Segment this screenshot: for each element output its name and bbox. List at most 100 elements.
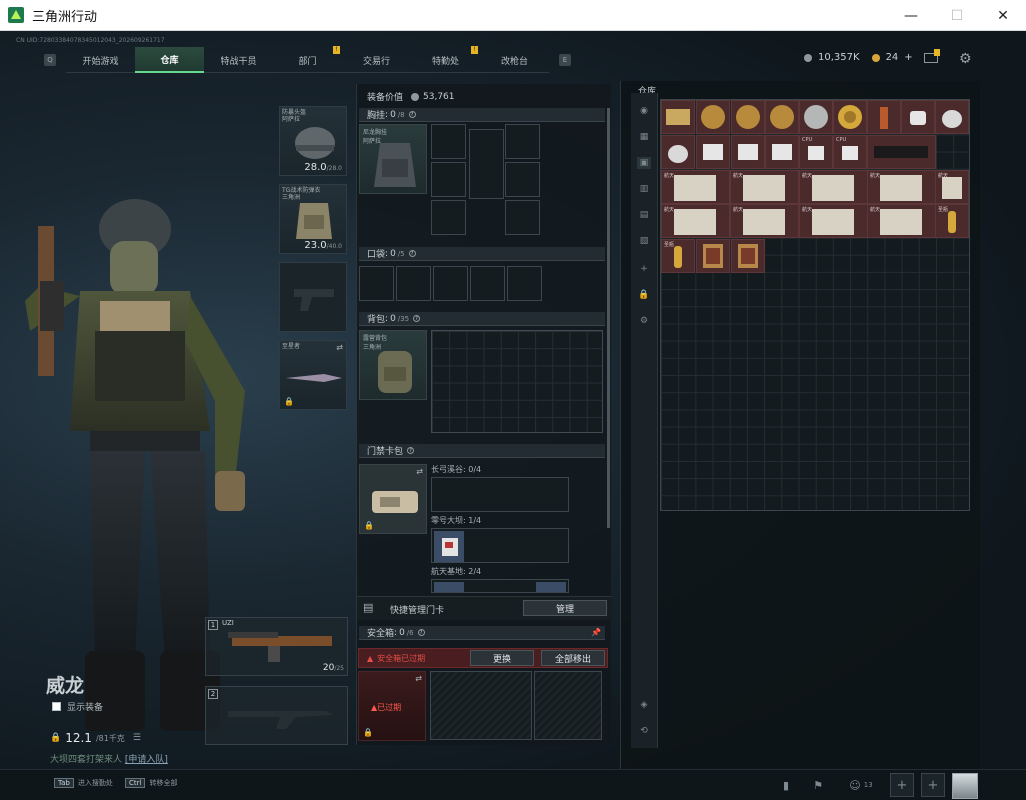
primary-weapon-slot[interactable]: 1 UZI 20/25 bbox=[205, 617, 348, 676]
warehouse-item[interactable]: 航天 bbox=[799, 204, 868, 238]
safebox-grid[interactable] bbox=[430, 671, 532, 740]
tab-market[interactable]: 交易行 bbox=[342, 47, 411, 73]
warehouse-item[interactable] bbox=[867, 135, 936, 169]
pocket-cell[interactable] bbox=[507, 266, 542, 301]
backpack-item[interactable]: 露营背包 三角洲 bbox=[359, 330, 427, 400]
tab-warehouse[interactable]: 仓库 bbox=[135, 47, 204, 73]
tab-department[interactable]: 部门! bbox=[273, 46, 342, 73]
equipment-scrollbar[interactable] bbox=[607, 108, 610, 528]
warehouse-item[interactable] bbox=[765, 100, 799, 134]
tab-start-game[interactable]: 开始游戏 bbox=[66, 47, 135, 73]
warehouse-item[interactable] bbox=[696, 239, 730, 273]
settings-gear-icon[interactable]: ⚙ bbox=[959, 51, 972, 67]
apply-join-link[interactable]: [申请入队] bbox=[125, 755, 168, 765]
warehouse-item[interactable]: 航天 bbox=[730, 204, 799, 238]
filter-tab-icon[interactable]: ▦ bbox=[637, 131, 651, 143]
chest-rig-cell[interactable] bbox=[505, 200, 540, 235]
chest-rig-cell[interactable] bbox=[431, 200, 466, 235]
chest-rig-cell[interactable] bbox=[505, 124, 540, 159]
tab-special-ops[interactable]: 特勤处! bbox=[411, 46, 480, 73]
remove-all-button[interactable]: 全部移出 bbox=[541, 650, 605, 666]
pocket-cell[interactable] bbox=[359, 266, 394, 301]
add-party-button[interactable]: + bbox=[921, 773, 945, 797]
all-items-icon[interactable]: ◉ bbox=[637, 105, 651, 117]
warehouse-grid[interactable]: CPU CPU 航天 航天 航天 航天 航天 航天 航天 航天 航天 圣瓶 圣瓶 bbox=[660, 99, 970, 511]
helmet-slot[interactable]: 防暴头盔 阿萨拉 28.0/28.0 bbox=[279, 106, 347, 176]
warehouse-item[interactable]: 圣瓶 bbox=[661, 239, 695, 273]
minimize-button[interactable]: — bbox=[888, 0, 934, 31]
secondary-weapon-slot[interactable]: 2 bbox=[205, 686, 348, 745]
filter-tab-icon[interactable]: ▧ bbox=[637, 235, 651, 247]
list-icon[interactable]: ☰ bbox=[133, 733, 141, 743]
replace-safebox-button[interactable]: 更换 bbox=[470, 650, 534, 666]
swap-icon[interactable]: ⇄ bbox=[415, 674, 422, 683]
pocket-cell[interactable] bbox=[470, 266, 505, 301]
warehouse-item[interactable] bbox=[833, 100, 867, 134]
keycard-row[interactable] bbox=[431, 528, 569, 563]
warehouse-item[interactable] bbox=[901, 100, 935, 134]
backpack-grid[interactable] bbox=[431, 330, 603, 433]
warehouse-item[interactable] bbox=[935, 100, 969, 134]
chest-rig-cell[interactable] bbox=[469, 129, 504, 199]
warehouse-item[interactable] bbox=[661, 100, 695, 134]
keycard-item[interactable] bbox=[536, 582, 566, 592]
warehouse-item[interactable]: 航天 bbox=[661, 204, 730, 238]
swap-icon[interactable]: ⇄ bbox=[416, 467, 423, 476]
filter-tab-icon[interactable]: ▥ bbox=[637, 183, 651, 195]
warehouse-item[interactable]: 航天 bbox=[935, 170, 969, 204]
friends-icon[interactable]: ☺ 13 bbox=[846, 777, 876, 793]
pocket-cell[interactable] bbox=[396, 266, 431, 301]
warehouse-item[interactable]: 圣瓶 bbox=[935, 204, 969, 238]
help-icon[interactable]: ? bbox=[407, 447, 415, 454]
keycard-row[interactable] bbox=[431, 579, 569, 593]
add-tab-icon[interactable]: + bbox=[637, 263, 651, 275]
recycle-icon[interactable]: ⟲ bbox=[637, 725, 651, 737]
warehouse-item[interactable] bbox=[696, 100, 730, 134]
help-icon[interactable]: ? bbox=[417, 629, 425, 636]
tab-hint[interactable]: Tab 进入搜勤处 bbox=[54, 778, 113, 788]
keycard-item[interactable] bbox=[434, 582, 464, 592]
lock-icon[interactable]: 🔒 bbox=[637, 289, 651, 301]
manage-button[interactable]: 管理 bbox=[523, 600, 607, 616]
nav-prev-key[interactable]: Q bbox=[44, 54, 56, 66]
warehouse-item[interactable]: 航天 bbox=[867, 170, 936, 204]
safebox-grid[interactable] bbox=[534, 671, 602, 740]
chest-rig-cell[interactable] bbox=[431, 124, 466, 159]
armor-slot[interactable]: TG战术防弹衣 三角洲 23.0/40.0 bbox=[279, 184, 347, 254]
warehouse-item[interactable] bbox=[867, 100, 901, 134]
chest-rig-cell[interactable] bbox=[505, 162, 540, 197]
show-equipment-toggle[interactable]: 显示装备 bbox=[52, 700, 103, 713]
show-equipment-checkbox[interactable] bbox=[52, 702, 61, 711]
warehouse-item[interactable]: 航天 bbox=[867, 204, 936, 238]
chest-rig-cell[interactable] bbox=[431, 162, 466, 197]
nav-next-key[interactable]: E bbox=[559, 54, 571, 66]
swap-icon[interactable]: ⇄ bbox=[336, 343, 343, 352]
help-icon[interactable]: ? bbox=[408, 250, 416, 257]
tab-gunsmith[interactable]: 改枪台 bbox=[480, 47, 549, 73]
add-party-button[interactable]: + bbox=[890, 773, 914, 797]
pin-icon[interactable]: 📌 bbox=[591, 628, 601, 637]
ctrl-hint[interactable]: Ctrl 转移全部 bbox=[125, 778, 177, 788]
pocket-cell[interactable] bbox=[433, 266, 468, 301]
filter-tab-icon[interactable]: ▣ bbox=[637, 157, 651, 169]
chest-rig-item[interactable]: 尼龙胸挂 阿萨拉 bbox=[359, 124, 427, 194]
close-button[interactable]: ✕ bbox=[980, 0, 1026, 31]
warehouse-item[interactable] bbox=[696, 135, 730, 169]
keycard-item[interactable] bbox=[434, 531, 464, 562]
help-icon[interactable]: ? bbox=[413, 315, 421, 322]
warehouse-item[interactable] bbox=[765, 135, 799, 169]
warehouse-item[interactable] bbox=[731, 135, 765, 169]
avatar[interactable] bbox=[952, 773, 978, 799]
layers-icon[interactable]: ◈ bbox=[637, 699, 651, 711]
warehouse-item[interactable] bbox=[661, 135, 695, 169]
warehouse-item[interactable]: CPU bbox=[833, 135, 867, 169]
flag-icon[interactable]: ⚑ bbox=[810, 777, 826, 793]
tab-operators[interactable]: 特战干员 bbox=[204, 47, 273, 73]
warehouse-item[interactable]: 航天 bbox=[730, 170, 799, 204]
warehouse-item[interactable] bbox=[731, 239, 765, 273]
filter-tab-icon[interactable]: ▤ bbox=[637, 209, 651, 221]
warehouse-item[interactable] bbox=[799, 100, 833, 134]
warehouse-item[interactable]: 航天 bbox=[799, 170, 868, 204]
warehouse-item[interactable]: 航天 bbox=[661, 170, 730, 204]
add-currency-button[interactable]: + bbox=[904, 52, 912, 63]
